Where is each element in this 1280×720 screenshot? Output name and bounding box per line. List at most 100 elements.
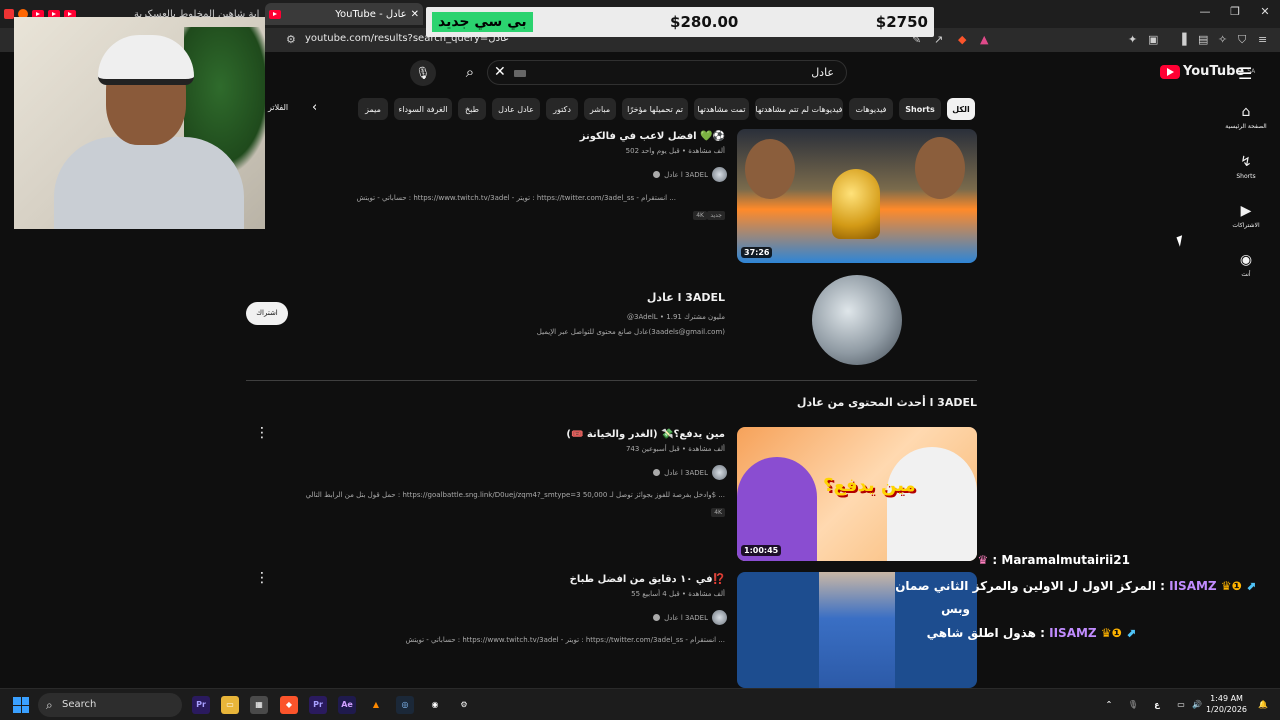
keyboard-icon[interactable] bbox=[514, 70, 526, 77]
verified-icon bbox=[653, 171, 661, 178]
clear-search-icon[interactable]: ✕ bbox=[494, 64, 506, 80]
steam-icon[interactable]: ◎ bbox=[396, 696, 414, 714]
taskbar-clock[interactable]: 1:49 AM 1/20/2026 bbox=[1206, 693, 1247, 715]
golden-ball-trophy bbox=[832, 169, 880, 239]
notifications-bell-icon[interactable]: 🔔 bbox=[1254, 696, 1272, 714]
chip-memes[interactable]: ميمز bbox=[358, 98, 388, 120]
premiere-icon[interactable]: Pr bbox=[192, 696, 210, 714]
subscribe-button[interactable]: اشتراك bbox=[246, 302, 288, 325]
home-icon: ⌂ bbox=[1241, 104, 1251, 120]
chip-watched[interactable]: تمت مشاهدتها bbox=[694, 98, 749, 120]
subscriptions-icon: ▶ bbox=[1240, 203, 1252, 219]
webcam-person-body bbox=[54, 137, 244, 229]
channel-avatar bbox=[712, 610, 727, 625]
video-title[interactable]: افضل لاعب في فالكونز 💚⚽ bbox=[580, 131, 725, 142]
windows-start-icon[interactable] bbox=[13, 697, 29, 713]
sidebar-item-you[interactable]: ◉ أنت bbox=[1222, 252, 1270, 278]
channel-link[interactable]: عادل l 3ADEL bbox=[653, 610, 727, 625]
video-description: حمل قول بتل من الرابط التالي : https://g… bbox=[305, 491, 725, 499]
sidebar-item-label: الصفحة الرئيسية bbox=[1225, 123, 1267, 130]
volume-icon[interactable]: 🔊 bbox=[1188, 696, 1206, 714]
channel-link[interactable]: عادل l 3ADEL bbox=[653, 465, 727, 480]
chip-shorts[interactable]: Shorts bbox=[899, 98, 941, 120]
hamburger-menu-icon[interactable]: ☰ bbox=[1238, 64, 1252, 83]
video-title[interactable]: في ١٠ دقايق من افضل طباخ⁉️ bbox=[570, 574, 725, 585]
vlc-icon[interactable]: ▲ bbox=[367, 696, 385, 714]
close-window-icon[interactable]: ✕ bbox=[1250, 5, 1280, 18]
channel-link[interactable]: عادل l 3ADEL bbox=[653, 167, 727, 182]
sidebar-toggle-icon[interactable]: ▐ bbox=[1178, 33, 1186, 46]
chat-badge-icon: ⬈ bbox=[1245, 579, 1256, 593]
search-input[interactable]: ✕ عادل bbox=[487, 60, 847, 85]
chat-message: وبس bbox=[941, 602, 970, 616]
tab-close-icon[interactable]: ✕ bbox=[411, 9, 419, 20]
vpn-icon[interactable]: ⛉ bbox=[1238, 33, 1246, 47]
video-meta: 743 ألف مشاهدة • قبل أسبوعين bbox=[625, 445, 725, 453]
channel-handle-subs: @3AdelL • 1.91 مليون مشترك bbox=[626, 313, 725, 321]
share-icon[interactable]: ↗ bbox=[934, 33, 943, 46]
brave-shield-icon[interactable]: ◆ bbox=[958, 33, 966, 46]
chat-badge-icon: ♛❶ bbox=[1220, 579, 1242, 593]
minimize-icon[interactable]: — bbox=[1190, 5, 1220, 18]
wallet-icon[interactable]: ▣ bbox=[1148, 33, 1158, 46]
webcam-headphones bbox=[98, 35, 194, 85]
microphone-icon[interactable]: 🎙 bbox=[410, 60, 436, 86]
site-info-icon[interactable]: ⚙ bbox=[286, 33, 296, 46]
chat-badge-icon: ⬈ bbox=[1125, 626, 1136, 640]
chip-adel-adel[interactable]: عادل عادل bbox=[492, 98, 540, 120]
rewards-icon[interactable]: ▲ bbox=[980, 33, 988, 46]
maximize-icon[interactable]: ❐ bbox=[1220, 5, 1250, 18]
search-query[interactable]: عادل bbox=[811, 66, 834, 79]
channel-description: عادل صانع محتوى للتواصل عبر الإيميل(3aad… bbox=[536, 328, 725, 336]
sidebar-item-home[interactable]: ⌂ الصفحة الرئيسية bbox=[1222, 104, 1270, 130]
search-icon[interactable]: ⌕ bbox=[455, 60, 485, 85]
leo-icon[interactable]: ✧ bbox=[1218, 33, 1227, 46]
taskbar-search[interactable]: Search bbox=[38, 693, 182, 717]
chat-text: وبس bbox=[941, 602, 970, 616]
browser-tab-active[interactable]: YouTube - عادل ✕ bbox=[265, 3, 423, 25]
chip-doctor[interactable]: دكتور bbox=[546, 98, 578, 120]
extensions-icon[interactable]: ✦ bbox=[1128, 33, 1137, 46]
tray-chevron-up-icon[interactable]: ⌃ bbox=[1100, 696, 1118, 714]
chat-username: IISAMZ bbox=[1169, 579, 1217, 593]
windows-taskbar: Search Pr ▭ ▦ ◆ Pr Ae ▲ ◎ ◉ ⚙ ⌃ 🎙 ع ▭ 🔊 … bbox=[0, 688, 1280, 720]
price-overlay-current: $280.00 bbox=[670, 13, 739, 31]
clock-date: 1/20/2026 bbox=[1206, 705, 1248, 714]
you-icon: ◉ bbox=[1239, 252, 1253, 268]
more-options-icon[interactable]: ⋮ bbox=[255, 570, 269, 586]
chip-all[interactable]: الكل bbox=[947, 98, 975, 120]
youtube-logo-text: YouTube bbox=[1183, 64, 1245, 79]
store-icon[interactable]: ▦ bbox=[250, 696, 268, 714]
input-language[interactable]: ع bbox=[1148, 696, 1166, 714]
sidebar-item-subscriptions[interactable]: ▶ الاشتراكات bbox=[1222, 203, 1270, 229]
after-effects-icon[interactable]: Ae bbox=[338, 696, 356, 714]
chat-emote-icon: ♛ bbox=[977, 553, 989, 567]
video-description: حساباتي - تويتش : https://www.twitch.tv/… bbox=[405, 636, 725, 644]
channel-title[interactable]: عادل l 3ADEL bbox=[647, 291, 725, 304]
tab-title: YouTube - عادل bbox=[335, 8, 407, 20]
channel-avatar bbox=[712, 167, 727, 182]
video-thumbnail[interactable]: 37:26 bbox=[737, 129, 977, 263]
chip-cooking[interactable]: طبخ bbox=[458, 98, 486, 120]
chip-live[interactable]: مباشر bbox=[584, 98, 616, 120]
thumb-text: مين يدفع؟ bbox=[823, 475, 916, 496]
more-options-icon[interactable]: ⋮ bbox=[255, 425, 269, 441]
brave-browser-icon[interactable]: ◆ bbox=[280, 696, 298, 714]
chip-recently-uploaded[interactable]: تم تحميلها مؤخرًا bbox=[622, 98, 688, 120]
chip-unwatched[interactable]: فيديوهات لم تتم مشاهدتها bbox=[755, 98, 843, 120]
video-title[interactable]: مين يدفع؟💸 (الغدر والخيانة 🎟️) bbox=[566, 429, 725, 440]
mouse-cursor-icon bbox=[1176, 235, 1186, 247]
thumb-person bbox=[745, 139, 795, 199]
obs-icon[interactable]: ◉ bbox=[426, 696, 444, 714]
app-icon[interactable]: ⚙ bbox=[455, 696, 473, 714]
video-thumbnail[interactable]: مين يدفع؟ 1:00:45 bbox=[737, 427, 977, 561]
sidebar-item-shorts[interactable]: ↯ Shorts bbox=[1222, 154, 1270, 180]
file-explorer-icon[interactable]: ▭ bbox=[221, 696, 239, 714]
tray-mic-icon[interactable]: 🎙 bbox=[1124, 696, 1142, 714]
chip-videos[interactable]: فيديوهات bbox=[849, 98, 893, 120]
browser-menu-icon[interactable]: ≡ bbox=[1258, 33, 1267, 46]
channel-avatar-large[interactable] bbox=[812, 275, 902, 365]
wallet2-icon[interactable]: ▤ bbox=[1198, 33, 1208, 46]
chip-black-room[interactable]: الغرفة السوداء bbox=[394, 98, 452, 120]
premiere-icon[interactable]: Pr bbox=[309, 696, 327, 714]
